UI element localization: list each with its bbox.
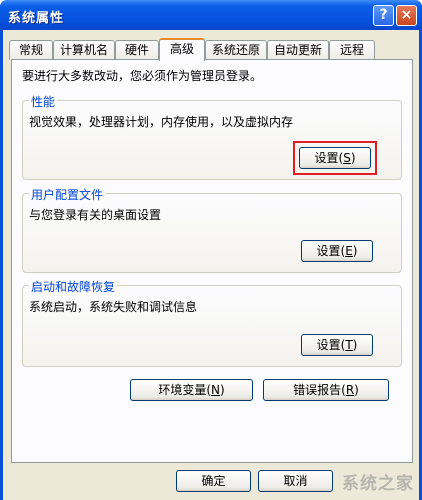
tab-system-restore[interactable]: 系统还原 (205, 40, 267, 60)
tab-general[interactable]: 常规 (9, 40, 53, 60)
performance-settings-label: 设置 (314, 151, 339, 165)
system-properties-window: 系统属性 ? × 常规 计算机名 硬件 高级 系统还原 自动更新 远程 要进行大… (0, 0, 422, 500)
startup-recovery-settings-key: T (345, 338, 353, 352)
window-title: 系统属性 (8, 11, 65, 26)
environment-variables-button[interactable]: 环境变量(N) (130, 379, 253, 401)
startup-recovery-settings-button[interactable]: 设置(T) (301, 334, 373, 356)
performance-title: 性能 (29, 93, 58, 110)
environment-variables-label: 环境变量 (158, 383, 207, 397)
close-button[interactable]: × (396, 5, 417, 26)
startup-recovery-description: 系统启动，系统失败和调试信息 (29, 300, 198, 314)
user-profiles-settings-button[interactable]: 设置(E) (301, 240, 373, 262)
tab-advanced[interactable]: 高级 (159, 38, 205, 61)
user-profiles-settings-label: 设置 (316, 244, 341, 258)
startup-recovery-settings-label: 设置 (316, 338, 341, 352)
tab-hardware[interactable]: 硬件 (115, 40, 159, 60)
startup-recovery-title: 启动和故障恢复 (29, 278, 118, 295)
title-bar[interactable]: 系统属性 ? × (0, 0, 422, 30)
admin-notice: 要进行大多数改动，您必须作为管理员登录。 (22, 69, 263, 83)
watermark-logo: 系统之家 (342, 474, 414, 494)
tab-automatic-updates[interactable]: 自动更新 (267, 40, 329, 60)
performance-settings-button[interactable]: 设置(S) (299, 147, 371, 169)
user-profiles-title: 用户配置文件 (29, 186, 106, 203)
performance-settings-key: S (343, 151, 351, 165)
performance-group: 性能 视觉效果，处理器计划，内存使用，以及虚拟内存 设置(S) (22, 93, 402, 180)
user-profiles-settings-key: E (345, 244, 353, 258)
advanced-tab-panel: 要进行大多数改动，您必须作为管理员登录。 性能 视觉效果，处理器计划，内存使用，… (11, 59, 413, 463)
dialog-client: 常规 计算机名 硬件 高级 系统还原 自动更新 远程 要进行大多数改动，您必须作… (3, 30, 419, 500)
ok-button[interactable]: 确定 (176, 470, 251, 492)
tab-computer-name[interactable]: 计算机名 (53, 40, 115, 60)
user-profiles-description: 与您登录有关的桌面设置 (29, 208, 162, 222)
error-reporting-label: 错误报告 (293, 383, 342, 397)
cancel-button[interactable]: 取消 (258, 470, 333, 492)
performance-description: 视觉效果，处理器计划，内存使用，以及虚拟内存 (29, 115, 294, 129)
error-reporting-key: R (345, 383, 355, 397)
help-button[interactable]: ? (373, 5, 394, 26)
startup-recovery-group: 启动和故障恢复 系统启动，系统失败和调试信息 设置(T) (22, 278, 402, 367)
error-reporting-button[interactable]: 错误报告(R) (263, 379, 389, 401)
environment-variables-key: N (211, 383, 220, 397)
tab-remote[interactable]: 远程 (329, 40, 375, 60)
user-profiles-group: 用户配置文件 与您登录有关的桌面设置 设置(E) (22, 186, 402, 273)
